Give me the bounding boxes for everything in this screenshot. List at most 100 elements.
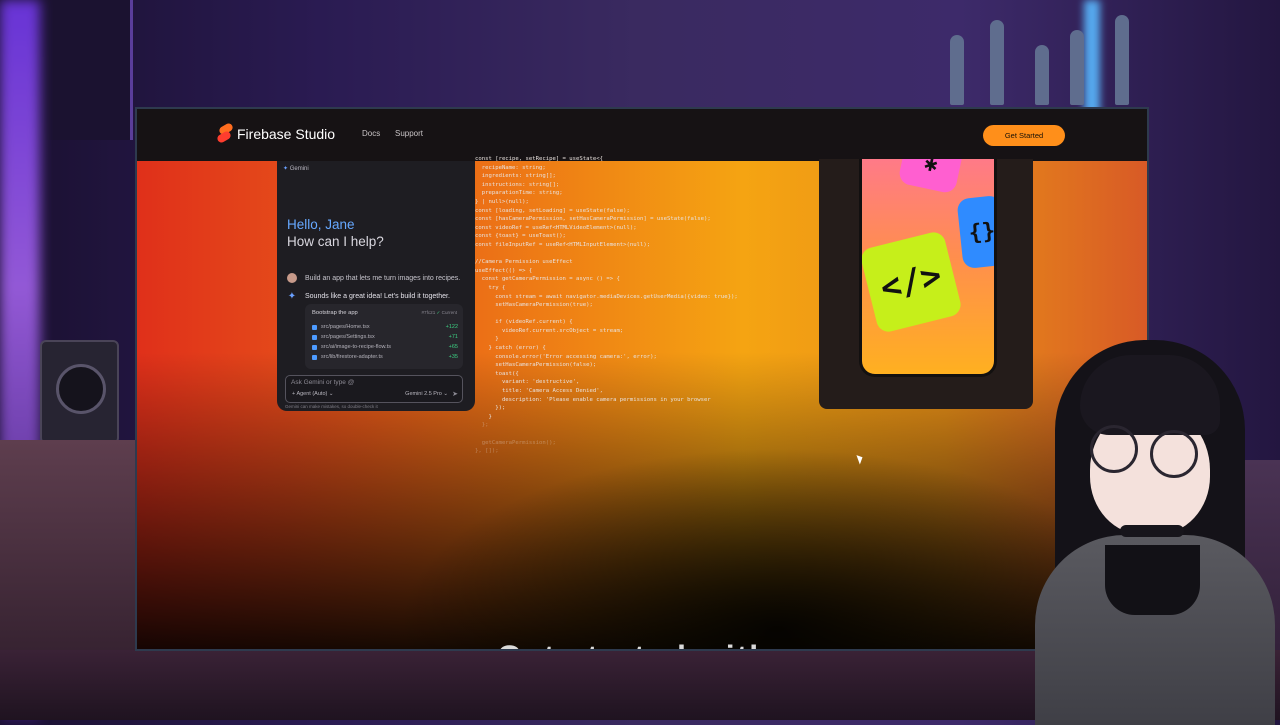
chat-header-label: Gemini (289, 166, 309, 172)
vtuber-avatar (995, 330, 1280, 725)
code-line: const {toast} = useToast(); (475, 233, 566, 240)
braces-tile-icon: {} (956, 194, 994, 270)
chat-header: ✦ Gemini (283, 165, 309, 172)
site-header: Firebase Studio Docs Support Get Started (137, 109, 1147, 161)
code-line: }, []); (475, 448, 499, 455)
code-line: preparationTime: string; (475, 190, 563, 197)
file-delta: +122 (445, 324, 458, 330)
code-line: setHasCameraPermission(false); (475, 362, 597, 369)
subgreeting: How can I help? (287, 234, 384, 249)
file-row[interactable]: src/pages/Home.tsx +122 (312, 324, 458, 330)
file-icon (312, 354, 317, 360)
code-line: } | null>(null); (475, 198, 529, 205)
assistant-message-text: Sounds like a great idea! Let's build it… (305, 293, 450, 300)
code-editor[interactable]: const [recipe, setRecipe] = useState<{ r… (475, 155, 835, 456)
code-line: }); (475, 405, 506, 412)
code-line: instructions: string[]; (475, 181, 560, 188)
nav-support[interactable]: Support (395, 129, 423, 138)
code-line: //Camera Permission useEffect (475, 259, 573, 266)
avatar-bangs (1080, 355, 1220, 435)
code-line: } (475, 413, 492, 420)
code-line: ingredients: string[]; (475, 173, 556, 180)
file-icon (312, 344, 317, 350)
asterisk-tile-icon: ✱ (897, 159, 965, 195)
code-line: }; (475, 422, 489, 429)
code-line: const [loading, setLoading] = useState(f… (475, 207, 630, 214)
code-line: const stream = await navigator.mediaDevi… (475, 293, 738, 300)
chat-input[interactable]: Ask Gemini or type @ + Agent (Auto) ⌄ Ge… (285, 375, 463, 403)
file-row[interactable]: src/ai/image-to-recipe-flow.ts +65 (312, 344, 458, 350)
model-label: Gemini 2.5 Pro (405, 391, 442, 397)
code-line: title: 'Camera Access Denied', (475, 388, 603, 395)
code-line: recipeName: string; (475, 164, 546, 171)
user-message-text: Build an app that lets me turn images in… (305, 274, 461, 282)
code-line: videoRef.current.srcObject = stream; (475, 327, 624, 334)
chevron-down-icon: ⌄ (328, 391, 334, 397)
get-started-button[interactable]: Get Started (983, 125, 1065, 146)
speaker (40, 340, 119, 444)
avatar-choker (1120, 525, 1184, 537)
code-line: if (videoRef.current) { (475, 319, 573, 326)
code-line: const getCameraPermission = async () => … (475, 276, 620, 283)
code-line: const [hasCameraPermission, setHasCamera… (475, 216, 711, 223)
code-line: useEffect(() => { (475, 267, 533, 274)
file-path: src/lib/firestore-adapter.ts (321, 354, 383, 360)
firebase-flame-icon (215, 122, 235, 144)
phone-preview: ✱ {} </> (859, 159, 997, 377)
code-line: description: 'Please enable camera permi… (475, 396, 711, 403)
card-title: Bootstrap the app (312, 310, 358, 316)
code-line: try { (475, 284, 506, 291)
chevron-down-icon: ⌄ (443, 391, 448, 397)
glasses-icon (1090, 425, 1138, 473)
disclaimer: Gemini can make mistakes, so double-chec… (285, 404, 378, 409)
avatar-shirt (1105, 545, 1200, 615)
file-row[interactable]: src/pages/Settings.tsx +71 (312, 334, 458, 340)
file-path: src/pages/Home.tsx (321, 324, 370, 330)
code-tile-icon: </> (862, 229, 964, 335)
assistant-message: ✦ Sounds like a great idea! Let's build … (287, 291, 450, 302)
file-delta: +35 (448, 354, 458, 360)
firebase-logo[interactable]: Firebase Studio (215, 122, 336, 144)
code-line: const fileInputRef = useRef<HTMLInputEle… (475, 241, 651, 248)
file-delta: +65 (448, 344, 458, 350)
chat-input-placeholder: Ask Gemini or type @ (291, 379, 355, 386)
send-icon[interactable]: ➤ (452, 390, 458, 398)
code-line: const [recipe, setRecipe] = useState<{ (475, 156, 603, 162)
gemini-spark-icon: ✦ (283, 166, 289, 172)
gemini-chat-panel: ✦ Gemini Hello, Jane How can I help? Bui… (277, 161, 475, 411)
glasses-icon (1150, 430, 1198, 478)
file-path: src/pages/Settings.tsx (321, 334, 375, 340)
file-row[interactable]: src/lib/firestore-adapter.ts +35 (312, 354, 458, 360)
code-line: variant: 'destructive', (475, 379, 580, 386)
file-delta: +71 (448, 334, 458, 340)
file-icon (312, 324, 317, 330)
nav-docs[interactable]: Docs (362, 129, 380, 138)
greeting: Hello, Jane (287, 217, 355, 232)
user-avatar (287, 273, 297, 283)
plus-icon[interactable]: + (292, 391, 295, 397)
brand-name: Firebase Studio (237, 126, 336, 142)
code-line: console.error('Error accessing camera:',… (475, 353, 657, 360)
model-selector[interactable]: Gemini 2.5 Pro ⌄ (405, 391, 448, 397)
file-icon (312, 334, 317, 340)
user-message: Build an app that lets me turn images in… (287, 273, 460, 283)
code-line: const videoRef = useRef<HTMLVideoElement… (475, 224, 637, 231)
version-hash: #7fc21 (421, 310, 436, 315)
hero-heading-partial: Get started with (497, 639, 771, 649)
agent-mode-selector[interactable]: + Agent (Auto) ⌄ (292, 391, 333, 397)
checkpoint-card[interactable]: Bootstrap the app #7fc21 ✓ Current src/p… (305, 304, 463, 369)
gemini-spark-icon: ✦ (287, 291, 297, 302)
code-line: getCameraPermission(); (475, 439, 556, 446)
code-line: toast({ (475, 370, 519, 377)
code-line: } catch (error) { (475, 345, 546, 352)
code-line: setHasCameraPermission(true); (475, 302, 593, 309)
card-version: #7fc21 ✓ Current (421, 310, 457, 316)
file-path: src/ai/image-to-recipe-flow.ts (321, 344, 391, 350)
figurines (920, 10, 1160, 105)
code-line: } (475, 336, 499, 343)
agent-mode-label: Agent (Auto) (296, 391, 328, 397)
version-status: Current (441, 310, 457, 315)
